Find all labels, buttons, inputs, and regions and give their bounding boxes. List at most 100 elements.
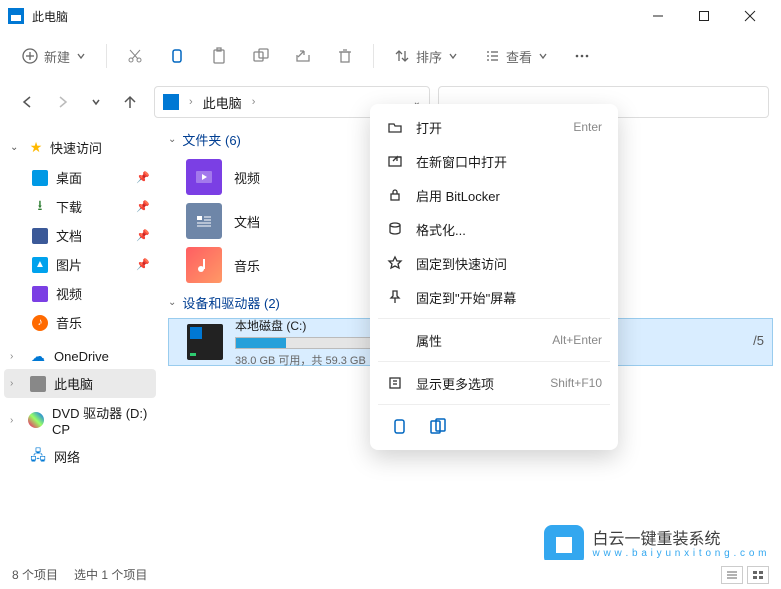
watermark: 白云一键重装系统 w w w . b a i y u n x i t o n g… xyxy=(544,525,767,565)
context-menu: 打开Enter 在新窗口中打开 启用 BitLocker 格式化... 固定到快… xyxy=(370,104,618,450)
ctx-pin-quick[interactable]: 固定到快速访问 xyxy=(376,246,612,280)
cloud-icon: ☁ xyxy=(30,348,46,364)
chevron-right-icon: › xyxy=(10,351,22,362)
drive-icon xyxy=(187,324,223,360)
status-bar: 8 个项目 选中 1 个项目 xyxy=(0,560,781,589)
download-icon: ⭳ xyxy=(32,199,48,215)
music-folder-icon xyxy=(186,247,222,283)
sidebar-item-thispc[interactable]: ›此电脑 xyxy=(4,369,156,398)
pin-icon: 📌 xyxy=(136,229,150,242)
chevron-down-icon: ⌄ xyxy=(168,134,176,145)
pc-icon xyxy=(30,376,46,392)
folder-open-icon xyxy=(386,118,404,136)
drive-extra-text: /5 xyxy=(753,333,764,348)
status-item-count: 8 个项目 xyxy=(12,566,58,583)
chevron-right-icon: › xyxy=(10,415,20,426)
maximize-button[interactable] xyxy=(681,0,727,32)
new-label: 新建 xyxy=(44,47,70,66)
watermark-title: 白云一键重装系统 xyxy=(592,531,767,549)
view-button[interactable]: 查看 xyxy=(474,38,558,74)
documents-folder-icon xyxy=(186,203,222,239)
chevron-right-icon: › xyxy=(10,378,22,389)
pin-icon xyxy=(386,288,404,306)
nav-pane: ⌄ ★ 快速访问 桌面📌 ⭳下载📌 文档📌 ▲图片📌 视频 ♪音乐 ›☁OneD… xyxy=(0,124,160,560)
back-button[interactable] xyxy=(18,92,38,112)
ctx-separator xyxy=(378,404,610,405)
sort-button[interactable]: 排序 xyxy=(384,38,468,74)
sidebar-item-documents[interactable]: 文档📌 xyxy=(4,221,156,250)
ctx-copy-icon[interactable] xyxy=(390,417,410,440)
more-button[interactable] xyxy=(564,38,600,74)
watermark-logo xyxy=(544,525,584,565)
status-selected: 选中 1 个项目 xyxy=(74,566,147,583)
folders-header-label: 文件夹 (6) xyxy=(182,130,241,149)
sidebar-item-network[interactable]: 🖧网络 xyxy=(4,442,156,471)
toolbar-sep xyxy=(106,44,107,68)
up-button[interactable] xyxy=(120,92,140,112)
sidebar-item-dvd[interactable]: ›DVD 驱动器 (D:) CP xyxy=(4,398,156,442)
ctx-separator xyxy=(378,361,610,362)
network-icon: 🖧 xyxy=(30,449,46,465)
ctx-pin-start[interactable]: 固定到"开始"屏幕 xyxy=(376,280,612,314)
share-button[interactable] xyxy=(285,38,321,74)
toolbar: 新建 排序 查看 xyxy=(0,32,781,80)
details-view-button[interactable] xyxy=(721,566,743,584)
delete-button[interactable] xyxy=(327,38,363,74)
star-outline-icon xyxy=(386,254,404,272)
desktop-icon xyxy=(32,170,48,186)
ctx-format[interactable]: 格式化... xyxy=(376,212,612,246)
quick-access-header[interactable]: ⌄ ★ 快速访问 xyxy=(4,132,156,163)
sort-label: 排序 xyxy=(416,47,442,66)
more-icon xyxy=(386,374,404,392)
videos-icon xyxy=(32,286,48,302)
pc-icon xyxy=(163,94,179,110)
devices-header-label: 设备和驱动器 (2) xyxy=(182,293,280,312)
pin-icon: 📌 xyxy=(136,171,150,184)
pin-icon: 📌 xyxy=(136,258,150,271)
close-button[interactable] xyxy=(727,0,773,32)
sidebar-item-onedrive[interactable]: ›☁OneDrive xyxy=(4,343,156,369)
sidebar-item-pictures[interactable]: ▲图片📌 xyxy=(4,250,156,279)
drive-usage-text: 38.0 GB 可用，共 59.3 GB xyxy=(235,352,375,368)
toolbar-sep xyxy=(373,44,374,68)
chevron-icon: › xyxy=(189,96,193,108)
ctx-bitlocker[interactable]: 启用 BitLocker xyxy=(376,178,612,212)
window-title: 此电脑 xyxy=(32,8,635,25)
properties-icon xyxy=(386,331,404,349)
ctx-open-new-window[interactable]: 在新窗口中打开 xyxy=(376,144,612,178)
icons-view-button[interactable] xyxy=(747,566,769,584)
music-icon: ♪ xyxy=(32,315,48,331)
drive-usage-bar xyxy=(235,337,375,349)
sidebar-item-desktop[interactable]: 桌面📌 xyxy=(4,163,156,192)
copy-button[interactable] xyxy=(159,38,195,74)
ctx-properties[interactable]: 属性Alt+Enter xyxy=(376,323,612,357)
recent-button[interactable] xyxy=(86,92,106,112)
rename-button[interactable] xyxy=(243,38,279,74)
new-button[interactable]: 新建 xyxy=(12,38,96,74)
sidebar-item-music[interactable]: ♪音乐 xyxy=(4,308,156,337)
videos-folder-icon xyxy=(186,159,222,195)
title-bar: 此电脑 xyxy=(0,0,781,32)
app-icon xyxy=(8,8,24,24)
sidebar-item-videos[interactable]: 视频 xyxy=(4,279,156,308)
breadcrumb[interactable]: 此电脑 xyxy=(203,93,242,112)
cut-button[interactable] xyxy=(117,38,153,74)
ctx-separator xyxy=(378,318,610,319)
quick-access-label: 快速访问 xyxy=(50,138,102,157)
star-icon: ★ xyxy=(28,140,44,156)
new-window-icon xyxy=(386,152,404,170)
dvd-icon xyxy=(28,412,44,428)
minimize-button[interactable] xyxy=(635,0,681,32)
forward-button[interactable] xyxy=(52,92,72,112)
paste-button[interactable] xyxy=(201,38,237,74)
chevron-icon: › xyxy=(252,96,256,108)
chevron-down-icon: ⌄ xyxy=(10,142,22,153)
lock-icon xyxy=(386,186,404,204)
sidebar-item-downloads[interactable]: ⭳下载📌 xyxy=(4,192,156,221)
ctx-open[interactable]: 打开Enter xyxy=(376,110,612,144)
document-icon xyxy=(32,228,48,244)
ctx-more-options[interactable]: 显示更多选项Shift+F10 xyxy=(376,366,612,400)
ctx-paste-icon[interactable] xyxy=(428,417,448,440)
drive-name: 本地磁盘 (C:) xyxy=(235,317,375,334)
chevron-down-icon: ⌄ xyxy=(168,297,176,308)
